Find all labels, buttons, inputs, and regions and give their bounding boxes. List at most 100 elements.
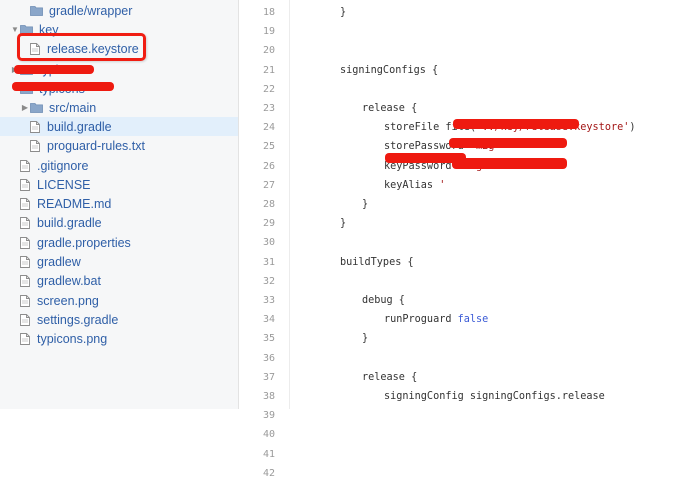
tree-item-label: gradlew	[37, 254, 81, 269]
tree-item-label: settings.gradle	[37, 312, 119, 327]
code-line: signingConfig signingConfigs.release	[384, 391, 605, 403]
file-tree-sidebar: gradle/wrapper▼keyrelease.keystore▶typic…	[0, 0, 239, 409]
highlight-annotation-box	[17, 33, 146, 61]
file-icon	[20, 294, 30, 307]
code-text: buildTypes {	[340, 256, 414, 268]
code-line: }	[340, 218, 346, 230]
line-number: 22	[262, 83, 275, 95]
tree-item-label: build.gradle	[37, 215, 102, 230]
line-number-gutter: 18 19 20 21 22 23 24 25 26 27 28 29 30 31 32 33 34 35 36 37…	[239, 0, 290, 479]
line-number: 35	[262, 333, 275, 345]
line-number: 27	[262, 179, 275, 191]
redaction-mark	[14, 65, 94, 74]
tree-item-label: .gitignore	[37, 158, 89, 173]
code-editor[interactable]: } signingConfigs {release {storeFile file…	[290, 0, 700, 409]
code-text: }	[340, 218, 347, 230]
code-line: debug {	[362, 295, 405, 307]
line-number: 31	[262, 256, 275, 268]
code-text: }	[362, 199, 369, 210]
code-line: signingConfigs {	[340, 65, 438, 77]
code-line: release {	[362, 372, 417, 384]
code-text: signingConfigs {	[340, 64, 439, 76]
expand-arrow-icon[interactable]: ▼	[10, 25, 20, 34]
tree-item-label: build.gradle	[47, 119, 112, 134]
line-number: 38	[262, 391, 275, 402]
tree-item-gradle-wrapper[interactable]: gradle/wrapper	[0, 1, 238, 20]
tree-item-gradlew-bat[interactable]: gradlew.bat	[0, 271, 238, 290]
file-icon	[20, 236, 30, 249]
file-icon	[20, 255, 30, 268]
code-text: }	[362, 333, 369, 345]
code-string: '	[439, 179, 446, 191]
line-number: 37	[262, 371, 275, 383]
file-icon	[20, 178, 30, 191]
redaction-mark	[452, 158, 567, 169]
tree-item-build-gradle[interactable]: build.gradle	[0, 117, 238, 136]
redaction-mark	[453, 119, 579, 129]
tree-item-readme-md[interactable]: README.md	[0, 194, 238, 213]
code-text: }	[340, 7, 347, 18]
tree-item--gitignore[interactable]: .gitignore	[0, 156, 238, 175]
folder-icon	[30, 5, 43, 16]
code-line: }	[362, 333, 368, 345]
line-number: 26	[262, 160, 275, 172]
file-icon	[20, 197, 30, 210]
line-number: 19	[262, 26, 275, 38]
tree-item-gradlew[interactable]: gradlew	[0, 252, 238, 271]
tree-item-proguard-rules-txt[interactable]: proguard-rules.txt	[0, 136, 238, 155]
line-number: 41	[262, 448, 275, 460]
line-number: 25	[262, 141, 275, 153]
tree-item-label: screen.png	[37, 293, 99, 308]
line-number: 21	[262, 64, 275, 76]
line-number: 42	[262, 467, 275, 479]
file-icon	[20, 313, 30, 326]
collapse-arrow-icon[interactable]: ▶	[20, 103, 30, 112]
code-line: release {	[362, 103, 417, 115]
tree-item-typicons-png[interactable]: typicons.png	[0, 329, 238, 348]
tree-item-gradle-properties[interactable]: gradle.properties	[0, 233, 238, 252]
tree-item-label: LICENSE	[37, 177, 91, 192]
file-icon	[20, 332, 30, 345]
tree-item-label: typicons.png	[37, 331, 108, 346]
line-number: 33	[262, 295, 275, 306]
redaction-mark	[12, 82, 114, 91]
tree-item-src-main[interactable]: ▶ src/main	[0, 98, 238, 117]
line-number: 18	[262, 7, 275, 18]
folder-icon	[30, 102, 43, 113]
tree-item-screen-png[interactable]: screen.png	[0, 291, 238, 310]
code-text: )	[629, 122, 636, 134]
code-line: }	[362, 199, 368, 211]
code-text: signingConfig signingConfigs.release	[384, 391, 605, 402]
code-line: runProguard false	[384, 314, 488, 326]
line-number: 36	[262, 352, 275, 364]
file-icon	[30, 139, 40, 152]
code-keyword: false	[457, 314, 489, 326]
code-text: debug {	[362, 295, 405, 306]
code-text: runProguard	[384, 314, 458, 326]
redaction-mark	[400, 153, 466, 163]
tree-item-label: gradle.properties	[37, 235, 131, 250]
file-icon	[30, 120, 40, 133]
line-number: 40	[262, 429, 275, 441]
line-number: 39	[262, 410, 275, 422]
tree-item-label: src/main	[49, 100, 97, 115]
tree-item-build-gradle[interactable]: build.gradle	[0, 213, 238, 232]
line-number: 28	[262, 199, 275, 210]
line-number: 34	[262, 314, 275, 326]
line-number: 24	[262, 122, 275, 134]
line-number: 32	[262, 275, 275, 287]
file-icon	[20, 216, 30, 229]
tree-item-license[interactable]: LICENSE	[0, 175, 238, 194]
code-line: }	[340, 7, 346, 19]
code-text: keyAlias	[384, 179, 440, 191]
line-number: 29	[262, 218, 275, 230]
code-text: release {	[362, 371, 418, 383]
redaction-mark	[449, 138, 567, 148]
file-icon	[20, 274, 30, 287]
line-number: 30	[262, 237, 275, 249]
code-line: keyAlias '	[384, 180, 445, 192]
tree-item-label: gradle/wrapper	[49, 3, 133, 18]
line-number: 20	[262, 45, 275, 57]
tree-item-settings-gradle[interactable]: settings.gradle	[0, 310, 238, 329]
tree-item-label: gradlew.bat	[37, 273, 101, 288]
